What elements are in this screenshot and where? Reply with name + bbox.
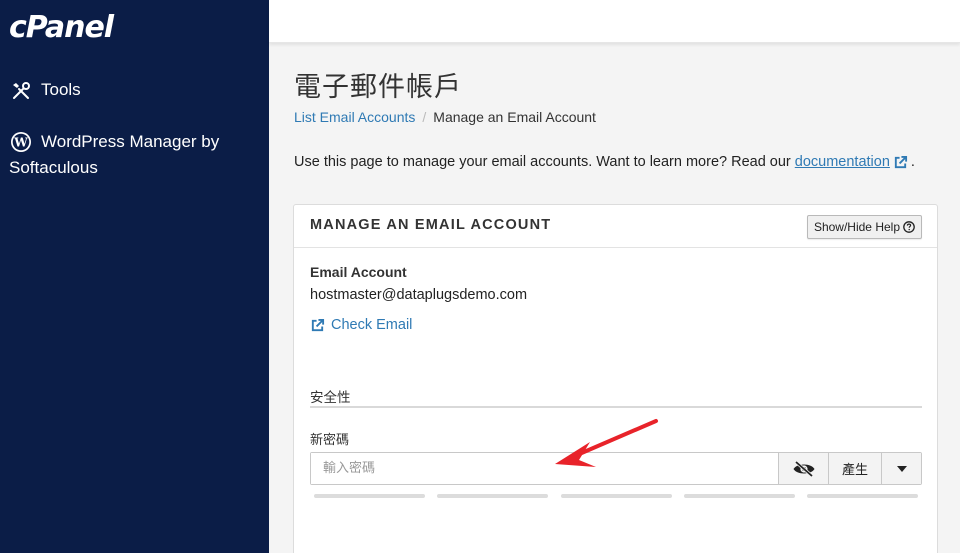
cpanel-logo[interactable]: cPanel (9, 10, 114, 45)
question-circle-icon (903, 221, 915, 233)
sidebar-item-tools[interactable]: Tools (10, 80, 81, 102)
page-title: 電子郵件帳戶 (294, 72, 462, 103)
intro-text: Use this page to manage your email accou… (294, 154, 915, 170)
strength-segment (314, 494, 425, 498)
panel-title: MANAGE AN EMAIL ACCOUNT (310, 217, 552, 233)
sidebar-item-label-line2[interactable]: Softaculous (9, 152, 249, 184)
caret-down-icon (896, 465, 907, 472)
intro-end: . (910, 154, 915, 170)
help-button-label: Show/Hide Help (813, 220, 900, 234)
strength-segment (437, 494, 549, 498)
password-options-dropdown[interactable] (881, 453, 921, 484)
new-password-label: 新密碼 (310, 433, 350, 448)
sidebar: cPanel Tools W WordPress Manager by Soft… (0, 0, 269, 553)
svg-text:W: W (13, 136, 28, 150)
eye-slash-icon (792, 460, 816, 478)
top-bar (269, 0, 960, 43)
strength-segment (560, 494, 672, 498)
password-input-group: 產生 (310, 452, 922, 485)
toggle-password-visibility-button[interactable] (778, 453, 828, 484)
tools-icon (10, 80, 32, 102)
email-account-value: hostmaster@dataplugsdemo.com (310, 287, 528, 303)
breadcrumb-link-list-email-accounts[interactable]: List Email Accounts (294, 109, 415, 125)
section-divider (310, 406, 922, 408)
generate-password-button[interactable]: 產生 (828, 453, 881, 484)
main-content: 電子郵件帳戶 List Email Accounts / Manage an E… (269, 43, 960, 553)
show-hide-help-button[interactable]: Show/Hide Help (806, 215, 922, 239)
strength-segment (807, 494, 918, 498)
breadcrumb-separator: / (422, 109, 427, 125)
panel-header: MANAGE AN EMAIL ACCOUNT Show/Hide Help (294, 205, 937, 248)
wordpress-icon: W (10, 131, 32, 153)
strength-segment (683, 494, 795, 498)
password-strength-meter (314, 494, 918, 498)
documentation-link[interactable]: documentation (795, 154, 890, 170)
external-link-icon[interactable] (893, 155, 908, 170)
security-section-title: 安全性 (310, 390, 351, 406)
check-email-label: Check Email (331, 317, 413, 333)
email-account-label: Email Account (310, 264, 407, 280)
breadcrumb-current: Manage an Email Account (433, 109, 596, 125)
password-input[interactable] (311, 453, 778, 484)
external-link-icon (310, 318, 325, 333)
sidebar-item-label: Tools (41, 80, 81, 99)
breadcrumb: List Email Accounts / Manage an Email Ac… (294, 109, 596, 125)
manage-email-account-panel: MANAGE AN EMAIL ACCOUNT Show/Hide Help E… (293, 204, 938, 553)
check-email-link[interactable]: Check Email (310, 317, 412, 333)
intro-text-body: Use this page to manage your email accou… (294, 154, 791, 170)
